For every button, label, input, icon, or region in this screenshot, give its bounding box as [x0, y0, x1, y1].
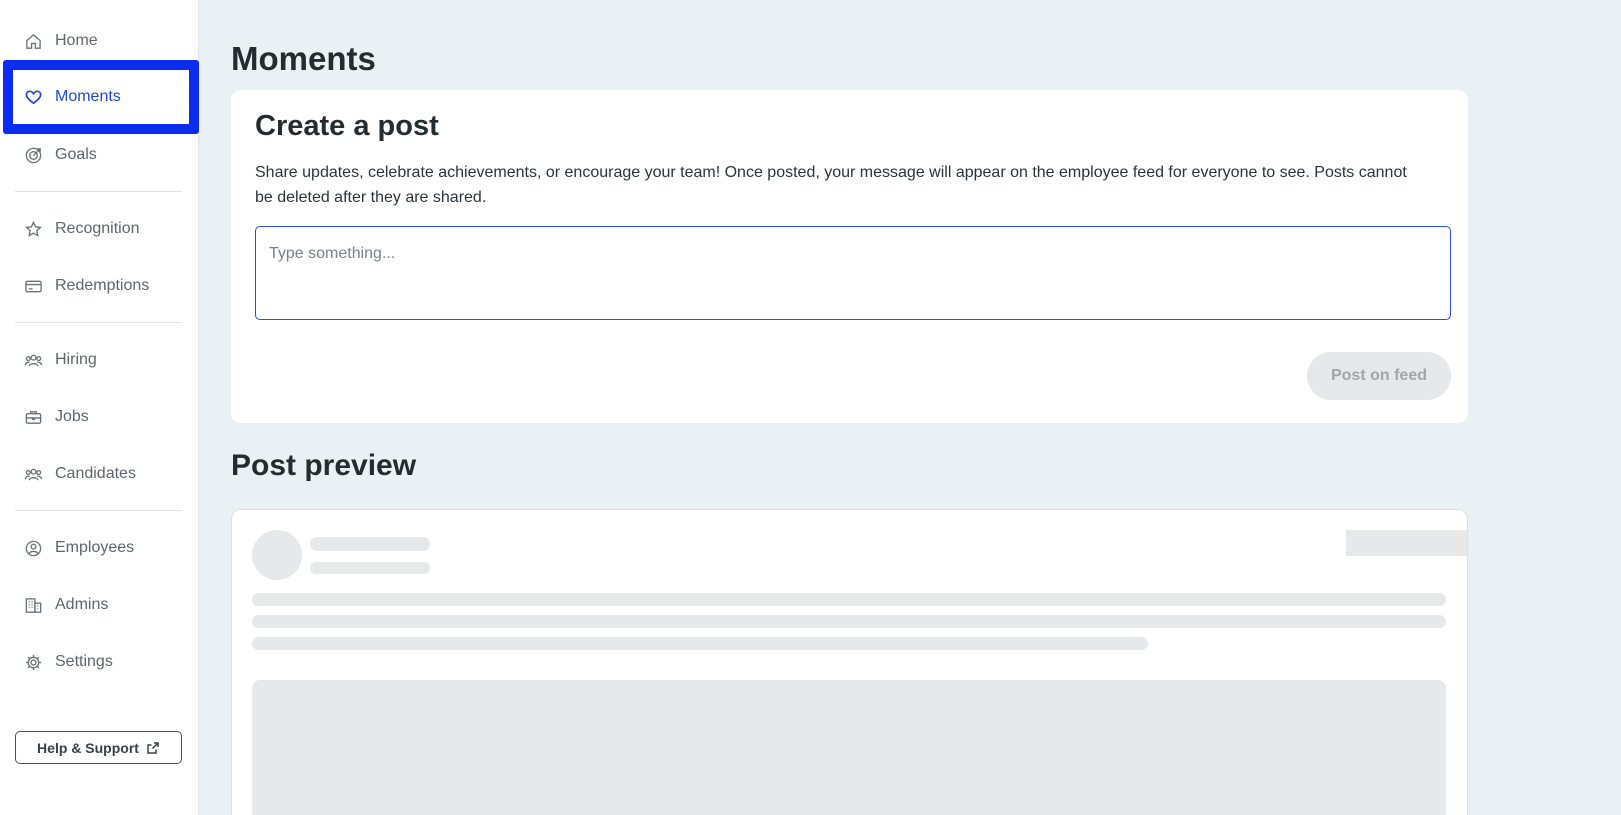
post-preview-card — [231, 509, 1468, 815]
post-preview-title: Post preview — [231, 449, 417, 482]
skeleton-subtitle — [310, 562, 430, 574]
sidebar-item-home[interactable]: Home — [15, 21, 182, 61]
post-on-feed-button[interactable]: Post on feed — [1307, 352, 1451, 400]
sidebar-item-label: Moments — [55, 88, 121, 105]
skeleton-name — [310, 537, 430, 551]
skeleton-text-line — [252, 615, 1446, 628]
heart-icon — [23, 87, 43, 107]
briefcase-icon — [23, 407, 43, 427]
sidebar-item-label: Hiring — [55, 351, 97, 368]
sidebar-item-label: Jobs — [55, 408, 89, 425]
skeleton-avatar — [252, 530, 302, 580]
sidebar-item-label: Settings — [55, 653, 113, 670]
help-support-button[interactable]: Help & Support — [15, 731, 182, 764]
page-title: Moments — [231, 40, 376, 77]
sidebar-item-moments[interactable]: Moments — [3, 60, 199, 134]
external-link-icon — [147, 741, 159, 754]
sidebar-item-hiring[interactable]: Hiring — [15, 340, 182, 380]
sidebar-divider — [15, 191, 182, 192]
sidebar-item-recognition[interactable]: Recognition — [15, 209, 182, 249]
sidebar-item-admins[interactable]: Admins — [15, 585, 182, 625]
sidebar: Home Moments Goals Recognition Redemptio… — [0, 0, 199, 815]
building-icon — [23, 595, 43, 615]
sidebar-item-goals[interactable]: Goals — [15, 135, 182, 175]
sidebar-item-label: Employees — [55, 539, 135, 556]
people-icon — [23, 350, 43, 370]
home-icon — [23, 31, 43, 51]
sidebar-divider — [15, 322, 182, 323]
credit-card-icon — [23, 276, 43, 296]
star-badge-icon — [23, 219, 43, 239]
sidebar-divider — [15, 510, 182, 511]
skeleton-image — [252, 680, 1446, 815]
sidebar-item-settings[interactable]: Settings — [15, 642, 182, 682]
skeleton-text-line — [252, 637, 1148, 650]
people-icon — [23, 464, 43, 484]
help-support-label: Help & Support — [37, 739, 139, 756]
user-circle-icon — [23, 538, 43, 558]
sidebar-item-jobs[interactable]: Jobs — [15, 397, 182, 437]
create-post-card: Create a post Share updates, celebrate a… — [231, 90, 1468, 423]
skeleton-text-line — [252, 593, 1446, 606]
sidebar-item-label: Candidates — [55, 465, 136, 482]
create-post-description: Share updates, celebrate achievements, o… — [255, 164, 1407, 206]
sidebar-item-label: Recognition — [55, 220, 140, 237]
gear-icon — [23, 652, 43, 672]
post-input[interactable] — [255, 226, 1451, 320]
sidebar-item-label: Redemptions — [55, 277, 150, 294]
skeleton-timestamp — [1346, 530, 1467, 556]
sidebar-item-candidates[interactable]: Candidates — [15, 454, 182, 494]
sidebar-item-redemptions[interactable]: Redemptions — [15, 266, 182, 306]
target-icon — [23, 145, 43, 165]
sidebar-item-label: Goals — [55, 146, 97, 163]
sidebar-item-employees[interactable]: Employees — [15, 528, 182, 568]
sidebar-item-label: Home — [55, 32, 98, 49]
sidebar-item-label: Admins — [55, 596, 109, 613]
create-post-title: Create a post — [255, 110, 439, 142]
